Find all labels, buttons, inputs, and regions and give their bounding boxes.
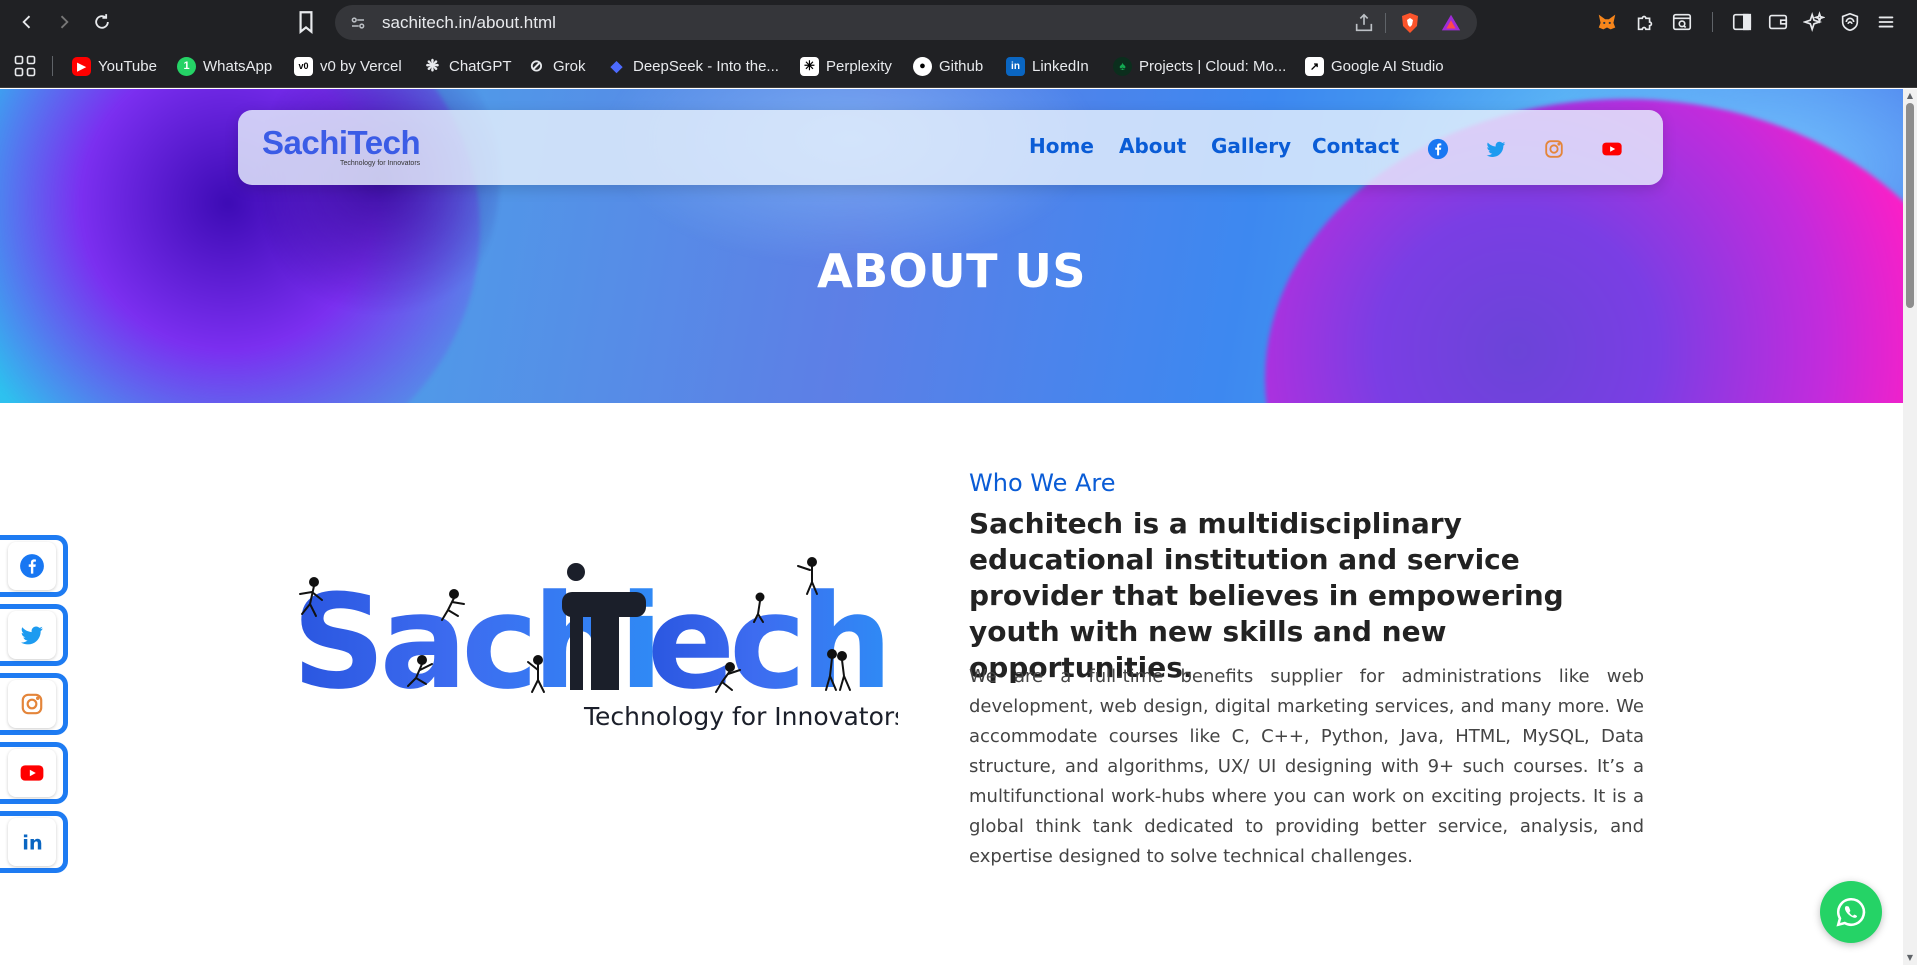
bookmarks-bar: ▶ YouTube 1 WhatsApp v0 v0 by Vercel ❋ C… — [0, 44, 1917, 88]
facebook-icon — [19, 554, 44, 578]
section-lead-text: Sachitech is a multidisciplinary educati… — [969, 507, 1564, 684]
share-icon[interactable] — [1353, 12, 1375, 34]
svg-text:in: in — [22, 832, 43, 855]
reload-icon — [95, 14, 109, 29]
sidebar-facebook-button[interactable] — [0, 535, 68, 597]
deepseek-icon: ◆ — [610, 58, 623, 75]
github-icon: ● — [913, 56, 932, 76]
bookmark-label: v0 by Vercel — [320, 57, 402, 75]
perplexity-icon: ✳ — [800, 56, 819, 76]
apps-grid-icon[interactable] — [14, 55, 36, 77]
logo-tagline: Technology for Innovators — [340, 160, 421, 167]
sidebar-youtube-button[interactable] — [0, 742, 68, 804]
bookmark-label: Projects | Cloud: Mo... — [1139, 57, 1287, 75]
sachitech-logo-illustration: Sachi ech Technology for Innovators — [292, 552, 907, 732]
sidebar-toggle-icon[interactable] — [1730, 10, 1754, 34]
back-arrow-icon — [22, 15, 31, 29]
bookmark-label: Grok — [553, 57, 586, 75]
scrollbar-thumb[interactable] — [1906, 103, 1914, 308]
ai-studio-icon: ↗ — [1305, 56, 1324, 76]
mongodb-icon: ♠ — [1113, 56, 1132, 76]
bookmark-ai-studio[interactable]: ↗ Google AI Studio — [1305, 54, 1444, 78]
whatsapp-icon: 1 — [177, 56, 196, 76]
linkedin-icon: in — [22, 832, 43, 855]
toolbar-divider — [1712, 12, 1713, 32]
wallet-icon[interactable] — [1766, 10, 1790, 34]
site-logo[interactable]: SachiTech Technology for Innovators — [262, 124, 421, 170]
back-button[interactable] — [13, 8, 41, 36]
vpn-shield-icon[interactable] — [1838, 10, 1862, 34]
brave-rewards-icon[interactable] — [1440, 12, 1462, 34]
scroll-down-arrow-icon[interactable]: ▼ — [1906, 954, 1914, 962]
svg-text:ech: ech — [647, 566, 887, 718]
bookmark-label: Perplexity — [826, 57, 892, 75]
bookmark-label: Github — [939, 57, 984, 75]
bookmark-github[interactable]: ● Github — [913, 54, 983, 78]
section-subheading: Who We Are — [969, 469, 1116, 497]
brave-shields-icon[interactable] — [1398, 11, 1422, 35]
sidebar-linkedin-button[interactable]: in — [0, 811, 68, 873]
instagram-icon — [21, 693, 42, 715]
extensions-puzzle-icon[interactable] — [1633, 10, 1657, 34]
forward-arrow-icon — [60, 15, 69, 29]
twitter-icon[interactable] — [1483, 136, 1509, 162]
page-title: ABOUT US — [817, 244, 1086, 298]
instagram-icon[interactable] — [1541, 136, 1567, 162]
youtube-icon — [20, 765, 43, 781]
bookmark-label: DeepSeek - Into the... — [633, 57, 779, 75]
url-text[interactable]: sachitech.in/about.html — [382, 13, 556, 33]
omnibox-divider — [1385, 13, 1386, 33]
twitter-icon — [20, 626, 43, 645]
whatsapp-chat-button[interactable] — [1820, 881, 1882, 943]
bookmark-icon — [299, 11, 313, 35]
bookmark-label: ChatGPT — [449, 57, 512, 75]
bookmark-label: WhatsApp — [203, 57, 273, 75]
bookmarks-divider — [52, 56, 53, 76]
browser-menu-icon[interactable] — [1874, 10, 1898, 34]
chatgpt-icon: ❋ — [425, 58, 440, 75]
reload-button[interactable] — [88, 8, 116, 36]
sidebar-instagram-button[interactable] — [0, 673, 68, 735]
nav-home-link[interactable]: Home — [1029, 134, 1094, 158]
page-viewport: SachiTech Technology for Innovators Home… — [0, 89, 1903, 965]
bookmark-deepseek[interactable]: ◆ DeepSeek - Into the... — [607, 54, 779, 78]
bookmark-grok[interactable]: ⊘ Grok — [527, 54, 586, 78]
bookmark-label: YouTube — [98, 57, 157, 75]
youtube-icon: ▶ — [72, 56, 91, 76]
hero-banner: SachiTech Technology for Innovators Home… — [0, 89, 1903, 403]
site-info-icon[interactable] — [349, 14, 367, 32]
page-scrollbar[interactable]: ▲ ▼ — [1903, 89, 1917, 965]
bookmark-perplexity[interactable]: ✳ Perplexity — [800, 54, 892, 78]
bookmark-mongodb[interactable]: ♠ Projects | Cloud: Mo... — [1113, 54, 1286, 78]
leo-ai-icon[interactable] — [1802, 10, 1826, 34]
logo-text: SachiTech — [262, 124, 421, 161]
svg-text:Technology for Innovators: Technology for Innovators — [583, 702, 898, 731]
nav-contact-link[interactable]: Contact — [1312, 134, 1399, 158]
whatsapp-icon — [1836, 897, 1866, 927]
site-navbar: SachiTech Technology for Innovators Home… — [238, 110, 1663, 185]
nav-gallery-link[interactable]: Gallery — [1211, 134, 1291, 158]
metamask-extension-icon[interactable] — [1595, 10, 1619, 34]
facebook-icon[interactable] — [1425, 136, 1451, 162]
section-body-text: We are a full-time benefits supplier for… — [969, 666, 1644, 867]
sidebar-twitter-button[interactable] — [0, 604, 68, 666]
forward-button[interactable] — [50, 8, 78, 36]
bookmark-label: Google AI Studio — [1331, 57, 1444, 75]
youtube-icon[interactable] — [1599, 136, 1625, 162]
bookmark-youtube[interactable]: ▶ YouTube — [72, 54, 157, 78]
bookmark-linkedin[interactable]: in LinkedIn — [1006, 54, 1089, 78]
reader-mode-icon[interactable] — [1670, 10, 1694, 34]
bookmark-chatgpt[interactable]: ❋ ChatGPT — [423, 54, 512, 78]
bookmark-whatsapp[interactable]: 1 WhatsApp — [177, 54, 272, 78]
scroll-up-arrow-icon[interactable]: ▲ — [1906, 92, 1914, 100]
address-bar[interactable]: sachitech.in/about.html — [335, 5, 1477, 40]
linkedin-icon: in — [1006, 56, 1025, 76]
nav-about-link[interactable]: About — [1119, 134, 1186, 158]
browser-toolbar: sachitech.in/about.html — [0, 0, 1917, 44]
bookmark-label: LinkedIn — [1032, 57, 1089, 75]
bookmark-page-button[interactable] — [293, 9, 319, 35]
grok-icon: ⊘ — [529, 58, 544, 75]
v0-icon: v0 — [294, 56, 313, 76]
bookmark-v0[interactable]: v0 v0 by Vercel — [294, 54, 402, 78]
